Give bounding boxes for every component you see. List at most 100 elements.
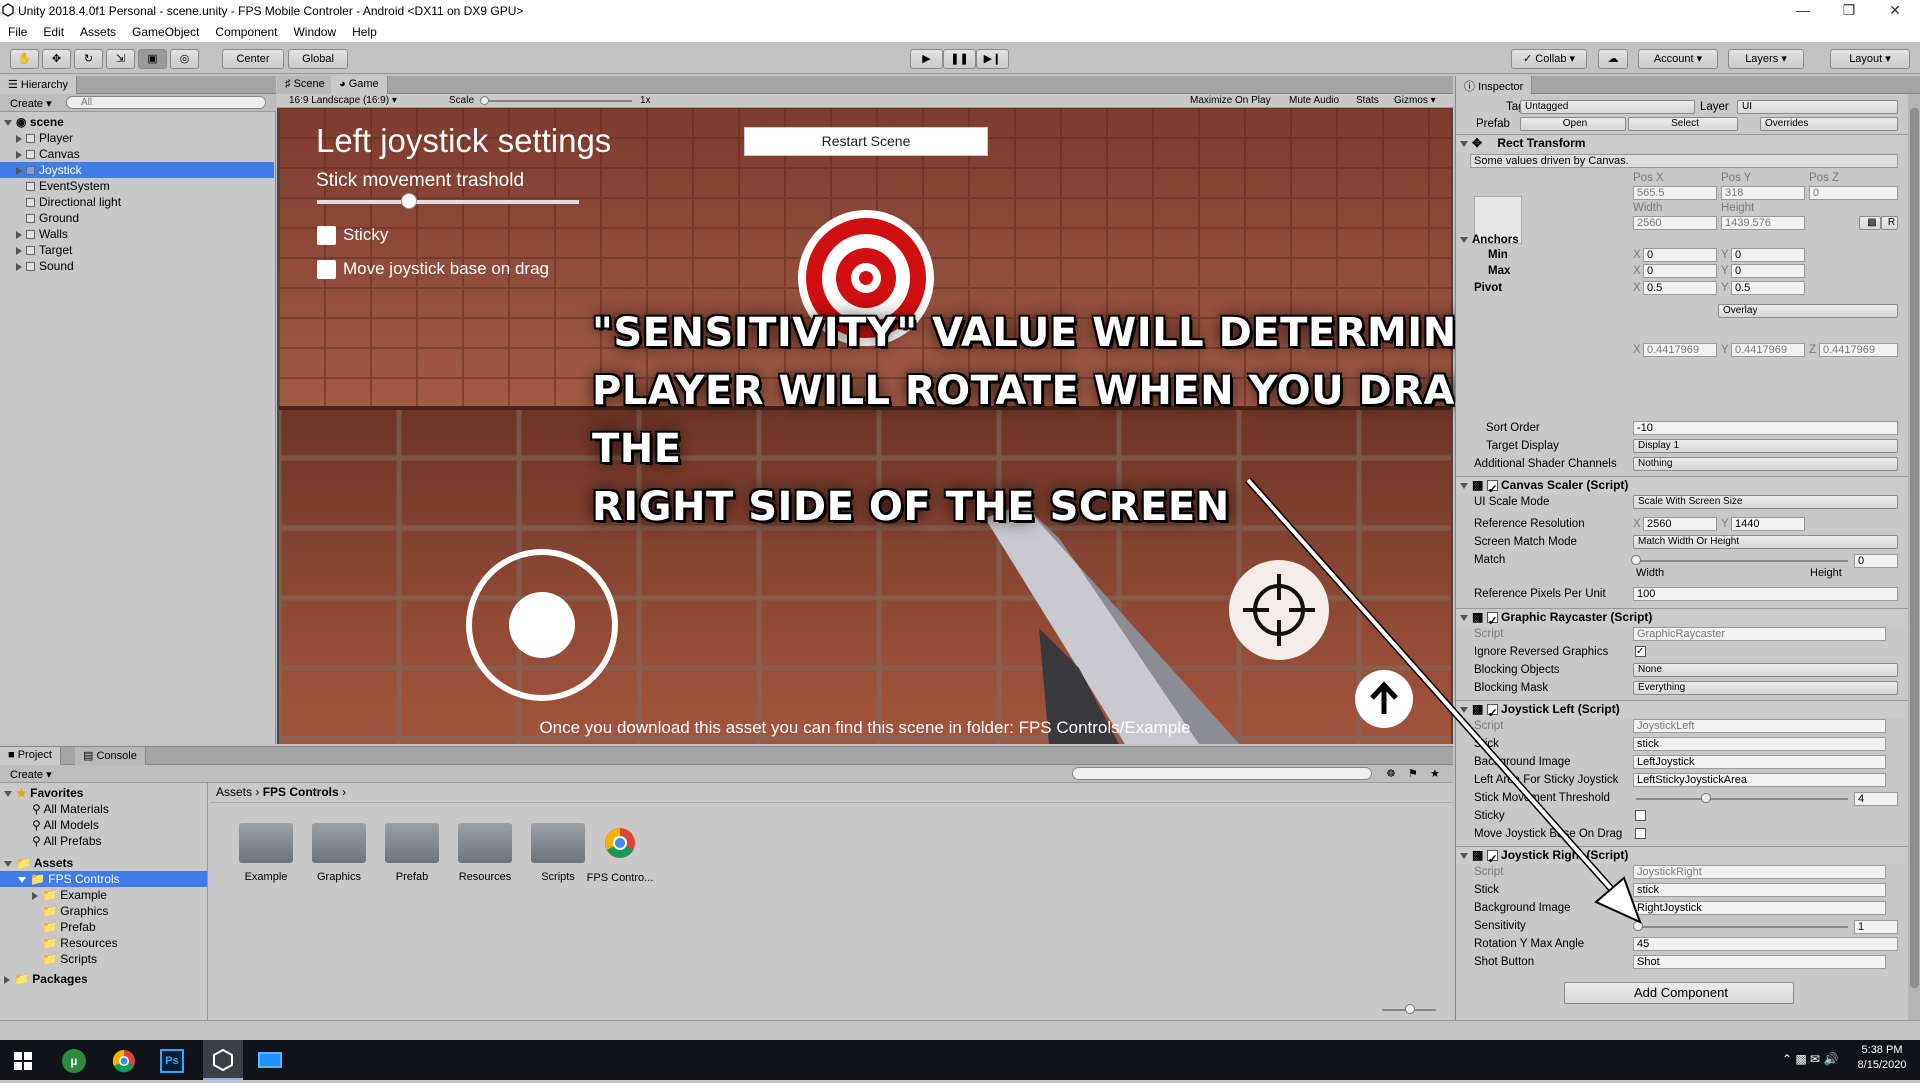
menu-edit[interactable]: Edit	[35, 22, 72, 39]
inspector-scroll-thumb[interactable]	[1910, 108, 1919, 988]
list-item[interactable]: 📁 Graphics	[42, 903, 108, 919]
joystick-left-header[interactable]: ▩ ✓ Joystick Left (Script)	[1456, 700, 1908, 720]
ui-scale-mode-dropdown[interactable]: Scale With Screen Size	[1633, 495, 1898, 509]
ref-res-x-field[interactable]: 2560	[1643, 517, 1717, 531]
tab-console[interactable]: ▤ Console	[75, 747, 146, 765]
close-icon[interactable]: ✕	[1872, 0, 1918, 22]
threshold-slider-thumb[interactable]	[400, 193, 417, 209]
assets-node[interactable]: 📁 Assets	[4, 855, 73, 871]
filter-label-icon[interactable]: ⚑	[1408, 767, 1418, 780]
scale-tool-icon[interactable]: ⇲	[106, 49, 135, 69]
tag-dropdown[interactable]: Untagged	[1520, 100, 1695, 114]
hierarchy-create-button[interactable]: Create ▾	[10, 97, 52, 110]
rot-max-field[interactable]: 45	[1633, 937, 1898, 951]
scene-root[interactable]: ◉ scene	[4, 114, 274, 130]
ignore-reversed-checkbox[interactable]: ✓	[1635, 646, 1646, 657]
expand-icon[interactable]	[16, 262, 22, 271]
list-item[interactable]: Directional light	[26, 194, 274, 210]
scale-y-field[interactable]: 0.4417969	[1731, 343, 1805, 357]
height-field[interactable]: 1439.576	[1721, 216, 1805, 230]
list-item[interactable]: ⚲ All Prefabs	[32, 833, 102, 849]
graphic-raycaster-header[interactable]: ▩ ✓ Graphic Raycaster (Script)	[1456, 608, 1908, 628]
collapse-icon[interactable]	[1460, 236, 1468, 243]
target-display-dropdown[interactable]: Display 1	[1633, 439, 1898, 453]
menu-window[interactable]: Window	[285, 22, 344, 39]
add-component-button[interactable]: Add Component	[1564, 982, 1794, 1004]
expand-icon[interactable]	[4, 975, 10, 984]
breadcrumb-fps-controls[interactable]: FPS Controls	[263, 785, 339, 799]
pos-y-field[interactable]: 318	[1721, 186, 1805, 200]
clock[interactable]: 5:38 PM 8/15/2020	[1850, 1044, 1914, 1071]
list-item[interactable]: Walls	[16, 226, 274, 242]
collapse-icon[interactable]	[1460, 852, 1468, 859]
play-icon[interactable]: ▶	[910, 49, 943, 69]
joystick-right-header[interactable]: ▩ ✓ Joystick Right (Script)	[1456, 846, 1908, 866]
favorite-star-icon[interactable]: ★	[1430, 767, 1440, 780]
blocking-mask-dropdown[interactable]: Everything	[1633, 681, 1898, 695]
shader-channels-dropdown[interactable]: Nothing	[1633, 457, 1898, 471]
sticky-inspector-checkbox[interactable]	[1635, 810, 1646, 821]
jl-stick-field[interactable]: stick	[1633, 737, 1886, 751]
list-item[interactable]: ⚲ All Models	[32, 817, 99, 833]
move-base-inspector-checkbox[interactable]	[1635, 828, 1646, 839]
rect-tool-icon[interactable]: ▣	[138, 49, 167, 69]
prefab-select-button[interactable]: Select	[1628, 117, 1738, 131]
monitor-app-icon[interactable]	[258, 1052, 282, 1068]
tab-scene[interactable]: ♯ Scene	[277, 76, 334, 94]
account-dropdown[interactable]: Account ▾	[1638, 49, 1718, 69]
utorrent-icon[interactable]: µ	[62, 1049, 86, 1073]
list-item[interactable]: Ground	[26, 210, 274, 226]
asset-folder[interactable]: Example	[226, 823, 306, 883]
scale-slider-track[interactable]	[482, 100, 632, 102]
menu-help[interactable]: Help	[344, 22, 385, 39]
anchor-max-y-field[interactable]: 0	[1731, 264, 1805, 278]
expand-icon[interactable]	[32, 891, 38, 900]
move-tool-icon[interactable]: ✥	[42, 49, 71, 69]
match-slider-track[interactable]	[1636, 560, 1848, 562]
layout-dropdown[interactable]: Layout ▾	[1830, 49, 1910, 69]
shot-button[interactable]	[1229, 560, 1329, 660]
shot-button-field[interactable]: Shot	[1633, 955, 1886, 969]
tab-hierarchy[interactable]: ☰ Hierarchy	[0, 76, 77, 94]
collapse-icon[interactable]	[1460, 482, 1468, 489]
ref-ppu-field[interactable]: 100	[1633, 587, 1898, 601]
menu-assets[interactable]: Assets	[72, 22, 124, 39]
menu-file[interactable]: File	[0, 22, 35, 39]
expand-icon[interactable]	[4, 860, 12, 867]
favorites-node[interactable]: ★ Favorites	[4, 785, 83, 801]
pause-icon[interactable]: ❚❚	[943, 49, 976, 69]
canvas-scaler-header[interactable]: ▩ ✓ Canvas Scaler (Script)	[1456, 476, 1908, 496]
restart-scene-button[interactable]: Restart Scene	[744, 127, 988, 156]
layer-dropdown[interactable]: UI	[1737, 100, 1898, 114]
screen-match-dropdown[interactable]: Match Width Or Height	[1633, 535, 1898, 549]
list-item[interactable]: Sound	[16, 258, 274, 274]
list-item-selected[interactable]: Joystick	[0, 162, 274, 178]
gizmos-dropdown[interactable]: Gizmos ▾	[1394, 95, 1436, 106]
match-field[interactable]: 0	[1854, 554, 1898, 568]
menu-gameobject[interactable]: GameObject	[124, 22, 207, 39]
component-enabled-checkbox[interactable]: ✓	[1486, 704, 1498, 720]
pivot-center-button[interactable]: Center	[222, 49, 284, 69]
pivot-x-field[interactable]: 0.5	[1643, 281, 1717, 295]
layers-dropdown[interactable]: Layers ▾	[1728, 49, 1804, 69]
asset-file[interactable]: FPS Contro...	[580, 823, 660, 884]
step-icon[interactable]: ▶❙	[976, 49, 1009, 69]
chrome-taskbar-icon[interactable]	[112, 1049, 136, 1076]
blueprint-mode-icon[interactable]: ▩	[1859, 216, 1881, 230]
mute-audio-toggle[interactable]: Mute Audio	[1289, 95, 1339, 106]
pos-z-field[interactable]: 0	[1809, 186, 1898, 200]
collapse-icon[interactable]	[1460, 140, 1468, 147]
threshold-inspector-track[interactable]	[1636, 798, 1848, 800]
tray-icons[interactable]: ⌃ ▩ ✉ 🔊	[1782, 1052, 1838, 1066]
prefab-overrides-dropdown[interactable]: Overrides	[1760, 117, 1898, 131]
raw-edit-button[interactable]: R	[1881, 216, 1898, 230]
expand-icon[interactable]	[16, 134, 22, 143]
list-item[interactable]: ⚲ All Materials	[32, 801, 109, 817]
project-create-button[interactable]: Create ▾	[10, 768, 52, 781]
collapse-icon[interactable]	[1460, 614, 1468, 621]
list-item[interactable]: Target	[16, 242, 274, 258]
rotate-tool-icon[interactable]: ↻	[74, 49, 103, 69]
rect-transform-header[interactable]: ✥ Rect Transform	[1456, 134, 1908, 152]
restore-icon[interactable]: ❐	[1826, 0, 1872, 22]
pivot-y-field[interactable]: 0.5	[1731, 281, 1805, 295]
